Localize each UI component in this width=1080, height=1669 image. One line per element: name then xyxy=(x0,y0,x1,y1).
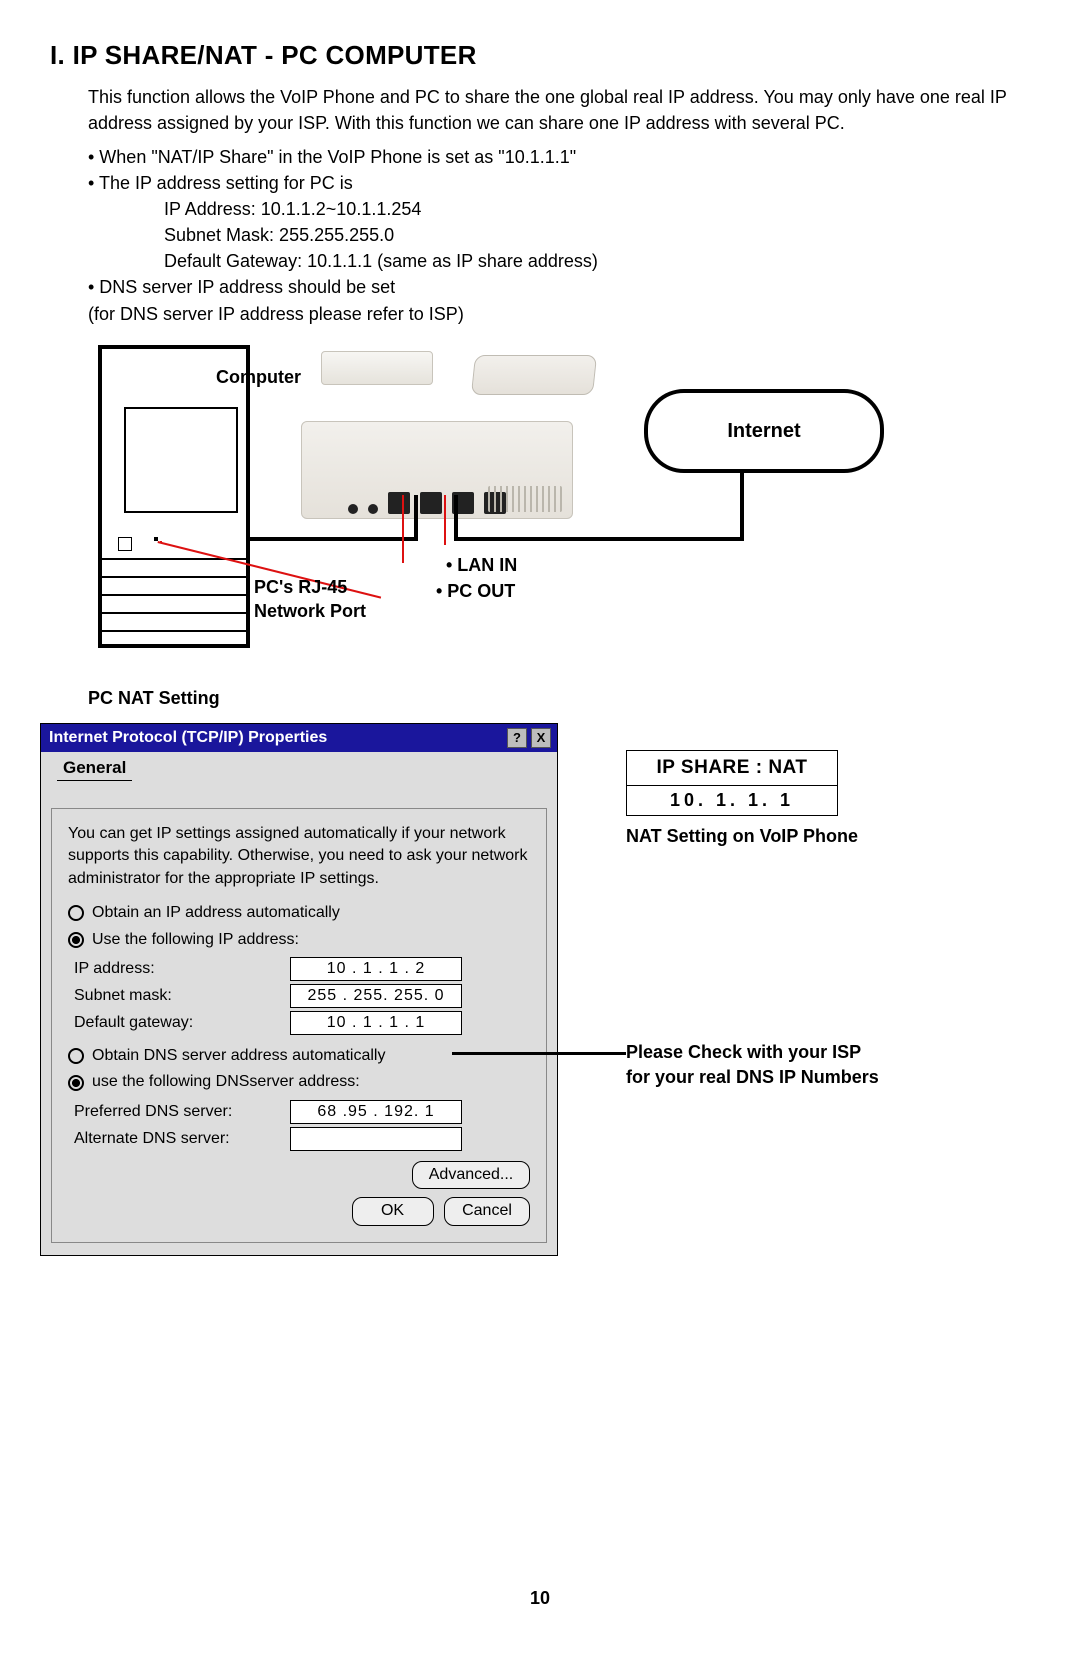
ip-address-label: IP address: xyxy=(74,958,290,980)
computer-icon xyxy=(98,345,250,648)
radio-auto-dns-label: Obtain DNS server address automatically xyxy=(92,1045,385,1067)
preferred-dns-label: Preferred DNS server: xyxy=(74,1101,290,1123)
page-heading: I. IP SHARE/NAT - PC COMPUTER xyxy=(50,40,477,71)
dialog-description: You can get IP settings assigned automat… xyxy=(68,823,530,890)
bullet-4: (for DNS server IP address please refer … xyxy=(88,301,598,327)
help-icon[interactable]: ? xyxy=(507,728,527,748)
network-diagram: Computer Internet xyxy=(98,345,988,665)
dns-note: Please Check with your ISP for your real… xyxy=(626,1040,879,1090)
dns-callout-line xyxy=(452,1052,626,1055)
subnet-mask-label: Subnet mask: xyxy=(74,985,290,1007)
radio-auto-ip-label: Obtain an IP address automatically xyxy=(92,902,340,924)
nat-title: IP SHARE : NAT xyxy=(627,751,837,786)
computer-label: Computer xyxy=(216,367,301,388)
cancel-button[interactable]: Cancel xyxy=(444,1197,530,1225)
radio-manual-ip[interactable]: Use the following IP address: xyxy=(68,929,530,951)
alternate-dns-input[interactable] xyxy=(290,1127,462,1151)
radio-icon xyxy=(68,932,84,948)
radio-auto-dns[interactable]: Obtain DNS server address automatically xyxy=(68,1045,530,1067)
alternate-dns-label: Alternate DNS server: xyxy=(74,1128,290,1150)
page-number: 10 xyxy=(0,1588,1080,1609)
dns-note-line1: Please Check with your ISP xyxy=(626,1040,879,1065)
subnet-mask-input[interactable]: 255 . 255. 255. 0 xyxy=(290,984,462,1008)
internet-node: Internet xyxy=(644,389,884,473)
radio-manual-ip-label: Use the following IP address: xyxy=(92,929,299,951)
dialog-title: Internet Protocol (TCP/IP) Properties xyxy=(41,724,557,752)
nat-value: 10. 1. 1. 1 xyxy=(627,786,837,815)
setup-bullets: • When "NAT/IP Share" in the VoIP Phone … xyxy=(88,144,598,327)
nat-caption: NAT Setting on VoIP Phone xyxy=(626,826,858,847)
pc-nat-heading: PC NAT Setting xyxy=(88,688,220,709)
tcpip-properties-dialog: Internet Protocol (TCP/IP) Properties ? … xyxy=(40,723,558,1256)
close-icon[interactable]: X xyxy=(531,728,551,748)
ip-address-input[interactable]: 10 . 1 . 1 . 2 xyxy=(290,957,462,981)
dns-note-line2: for your real DNS IP Numbers xyxy=(626,1065,879,1090)
bullet-2a: IP Address: 10.1.1.2~10.1.1.254 xyxy=(88,196,598,222)
pc-out-label: • PC OUT xyxy=(436,581,515,602)
pc-rj45-label-2: Network Port xyxy=(254,601,366,622)
voip-phone-icon xyxy=(301,365,571,519)
radio-manual-dns[interactable]: use the following DNSserver address: xyxy=(68,1071,530,1093)
radio-icon xyxy=(68,905,84,921)
tab-general[interactable]: General xyxy=(57,756,132,781)
pc-rj45-label-1: PC's RJ-45 xyxy=(254,577,347,598)
radio-icon xyxy=(68,1075,84,1091)
bullet-2b: Subnet Mask: 255.255.255.0 xyxy=(88,222,598,248)
bullet-1: • When "NAT/IP Share" in the VoIP Phone … xyxy=(88,144,598,170)
nat-phone-display: IP SHARE : NAT 10. 1. 1. 1 xyxy=(626,750,838,816)
bullet-3: • DNS server IP address should be set xyxy=(88,274,598,300)
default-gateway-input[interactable]: 10 . 1 . 1 . 1 xyxy=(290,1011,462,1035)
lan-in-label: • LAN IN xyxy=(446,555,517,576)
advanced-button[interactable]: Advanced... xyxy=(412,1161,530,1189)
default-gateway-label: Default gateway: xyxy=(74,1012,290,1034)
ok-button[interactable]: OK xyxy=(352,1197,434,1225)
radio-auto-ip[interactable]: Obtain an IP address automatically xyxy=(68,902,530,924)
intro-paragraph: This function allows the VoIP Phone and … xyxy=(88,84,1020,136)
radio-icon xyxy=(68,1048,84,1064)
bullet-2c: Default Gateway: 10.1.1.1 (same as IP sh… xyxy=(88,248,598,274)
radio-manual-dns-label: use the following DNSserver address: xyxy=(92,1071,360,1093)
bullet-2: • The IP address setting for PC is xyxy=(88,170,598,196)
preferred-dns-input[interactable]: 68 .95 . 192. 1 xyxy=(290,1100,462,1124)
